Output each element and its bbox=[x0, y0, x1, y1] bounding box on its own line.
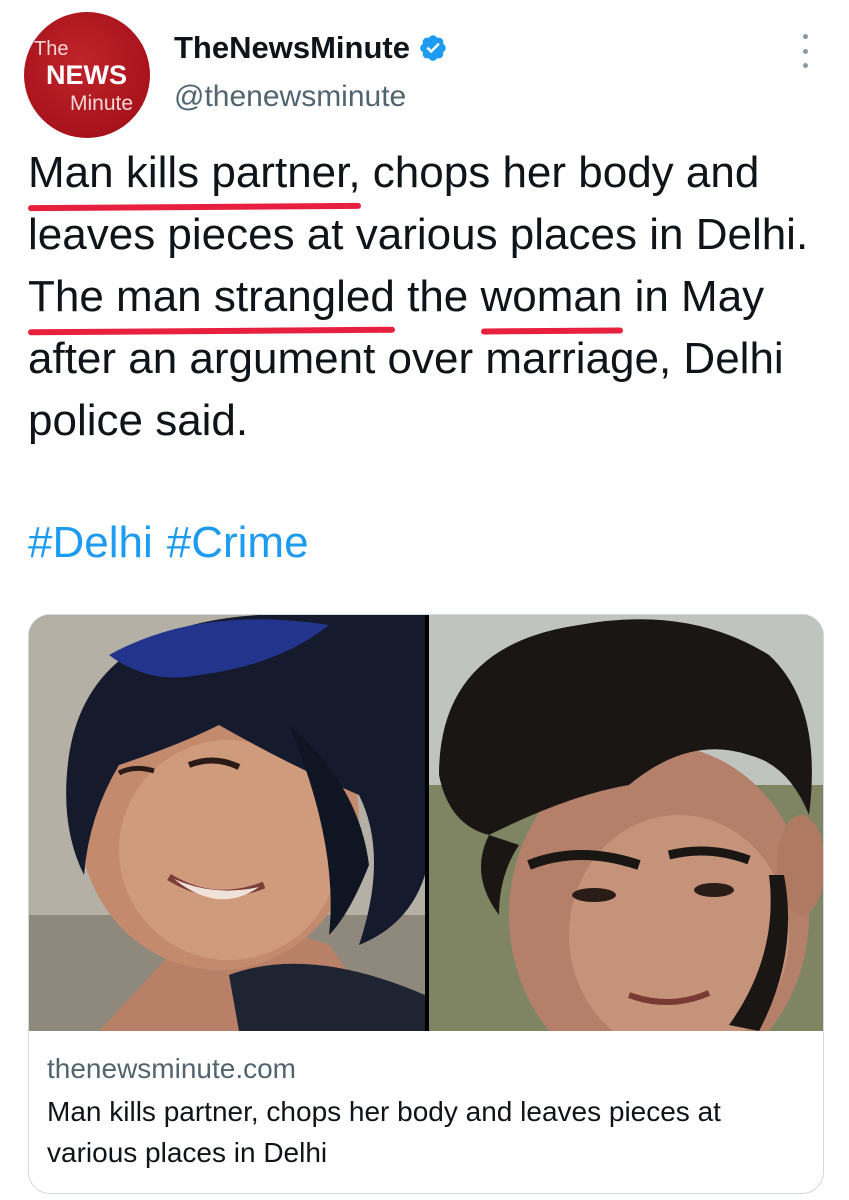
author-name-row[interactable]: TheNewsMinute bbox=[174, 30, 448, 66]
card-info[interactable]: thenewsminute.com Man kills partner, cho… bbox=[47, 1053, 807, 1173]
hashtag-crime[interactable]: #Crime bbox=[167, 518, 309, 567]
tweet-text: Man kills partner, chops her body and le… bbox=[28, 142, 818, 452]
avatar[interactable]: The NEWS Minute bbox=[24, 12, 150, 138]
card-title: Man kills partner, chops her body and le… bbox=[47, 1096, 721, 1168]
card-image-woman bbox=[29, 615, 425, 1031]
link-card[interactable]: thenewsminute.com Man kills partner, cho… bbox=[28, 614, 824, 1194]
author-handle[interactable]: @thenewsminute bbox=[174, 80, 406, 114]
underlined-phrase-2: The man strangled bbox=[28, 266, 395, 328]
avatar-text-minute: Minute bbox=[70, 92, 134, 115]
more-options-icon[interactable] bbox=[795, 34, 815, 68]
display-name[interactable]: TheNewsMinute bbox=[174, 30, 410, 66]
tweet-text-segment: the bbox=[394, 272, 481, 321]
card-media[interactable] bbox=[29, 615, 823, 1031]
avatar-text-the: The bbox=[34, 38, 69, 60]
hashtags: #Delhi #Crime bbox=[28, 518, 323, 568]
underlined-phrase-1: Man kills partner, bbox=[28, 142, 361, 204]
verified-badge-icon bbox=[420, 35, 446, 61]
underlined-phrase-3: woman bbox=[481, 266, 623, 328]
avatar-text-news: NEWS bbox=[46, 60, 127, 90]
card-domain: thenewsminute.com bbox=[47, 1053, 297, 1084]
hashtag-delhi[interactable]: #Delhi bbox=[28, 518, 153, 567]
card-image-man bbox=[429, 615, 823, 1031]
